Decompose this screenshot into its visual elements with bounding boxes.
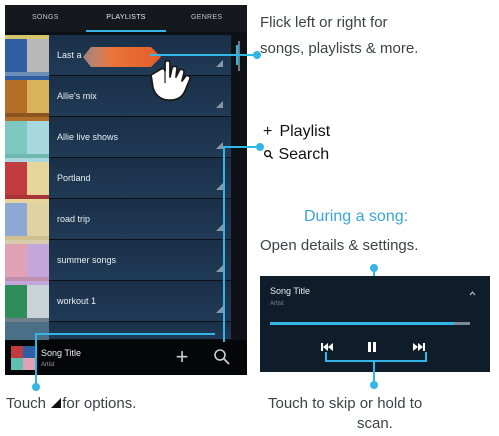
- list-item[interactable]: workout 1: [5, 281, 231, 322]
- callout-options-start: Touch: [6, 395, 51, 412]
- options-triangle-icon[interactable]: [216, 224, 223, 231]
- list-item-partial: [5, 322, 231, 340]
- now-playing-title: Song Title: [41, 348, 82, 358]
- row-background: [49, 322, 231, 340]
- album-art: [5, 35, 49, 76]
- playlist-label: Allie's mix: [57, 91, 97, 101]
- pause-icon[interactable]: [364, 340, 380, 354]
- callout-add-playlist: + Playlist: [263, 122, 330, 142]
- progress-bar[interactable]: [270, 322, 470, 325]
- tab-genres[interactable]: GENRES: [166, 5, 247, 32]
- callout-flick-line2: songs, playlists & more.: [260, 40, 419, 57]
- connector-dot-options: [32, 383, 40, 391]
- options-triangle-icon[interactable]: [216, 101, 223, 108]
- connector-line-search-h: [223, 146, 259, 148]
- playlist-label: Portland: [57, 173, 91, 183]
- callout-skip-line1: Touch to skip or hold to: [268, 395, 423, 412]
- now-playing-artist: Artist: [41, 362, 55, 368]
- album-art: [5, 117, 49, 158]
- chevron-up-icon[interactable]: [469, 290, 476, 297]
- playlist-label: workout 1: [57, 296, 97, 306]
- connector-line-options-v: [35, 333, 37, 387]
- connector-line-search-v: [223, 146, 225, 342]
- callout-flick-line1: Flick left or right for: [260, 14, 388, 31]
- playlist-label: road trip: [57, 214, 91, 224]
- playlist-label: summer songs: [57, 255, 117, 265]
- list-item[interactable]: summer songs: [5, 240, 231, 281]
- options-triangle-icon[interactable]: [216, 60, 223, 67]
- scroll-track[interactable]: [231, 35, 247, 340]
- connector-tick-flick: [236, 45, 238, 65]
- phone-screen: SONGS PLAYLISTS GENRES Last a Allie's mi…: [5, 5, 247, 375]
- tab-bar: SONGS PLAYLISTS GENRES: [5, 5, 247, 32]
- callout-skip-line2: scan.: [357, 415, 393, 432]
- list-item[interactable]: Portland: [5, 158, 231, 199]
- panel-artist: Artist: [270, 301, 284, 307]
- now-playing-bar[interactable]: Song Title Artist +: [5, 340, 247, 375]
- connector-dot-details: [370, 264, 378, 272]
- connector-line-options-h: [35, 333, 215, 335]
- album-art: [5, 322, 49, 340]
- playlist-label: Allie live shows: [57, 132, 119, 142]
- panel-song-title: Song Title: [270, 286, 311, 296]
- skip-previous-icon[interactable]: [319, 340, 335, 354]
- connector-line-skip-left: [325, 352, 327, 362]
- hand-pointer-icon: [150, 59, 192, 102]
- callout-search-label: Search: [278, 146, 330, 163]
- now-playing-panel: Song Title Artist: [260, 276, 490, 372]
- album-art: [5, 158, 49, 199]
- album-art: [5, 240, 49, 281]
- list-item[interactable]: road trip: [5, 199, 231, 240]
- callout-during-song: During a song:: [304, 208, 409, 225]
- options-triangle-icon: [51, 398, 62, 408]
- search-icon[interactable]: [210, 345, 234, 369]
- tab-playlists[interactable]: PLAYLISTS: [85, 5, 167, 32]
- connector-line-skip-right: [425, 352, 427, 362]
- tab-songs[interactable]: SONGS: [5, 5, 86, 32]
- playlist-label: Last a: [57, 50, 82, 60]
- options-triangle-icon[interactable]: [216, 306, 223, 313]
- plus-icon: +: [263, 123, 273, 140]
- connector-dot-skip: [370, 381, 378, 389]
- callout-add-playlist-label: Playlist: [279, 123, 331, 140]
- callout-options-end: for options.: [62, 395, 137, 412]
- connector-line-flick: [150, 54, 256, 56]
- options-triangle-icon[interactable]: [216, 142, 223, 149]
- callout-search: Search: [263, 145, 329, 165]
- callout-open-details: Open details & settings.: [260, 237, 419, 254]
- search-icon: [263, 149, 274, 160]
- add-playlist-button[interactable]: +: [170, 345, 194, 369]
- connector-line-skip-h: [325, 360, 427, 362]
- album-art: [5, 76, 49, 117]
- album-art: [5, 199, 49, 240]
- callout-options: Touch for options.: [6, 394, 136, 414]
- album-art: [5, 281, 49, 322]
- options-triangle-icon[interactable]: [216, 183, 223, 190]
- progress-fill: [270, 322, 454, 325]
- list-item[interactable]: Allie live shows: [5, 117, 231, 158]
- options-triangle-icon[interactable]: [216, 265, 223, 272]
- now-playing-art: [11, 346, 35, 370]
- scroll-thumb[interactable]: [238, 41, 240, 71]
